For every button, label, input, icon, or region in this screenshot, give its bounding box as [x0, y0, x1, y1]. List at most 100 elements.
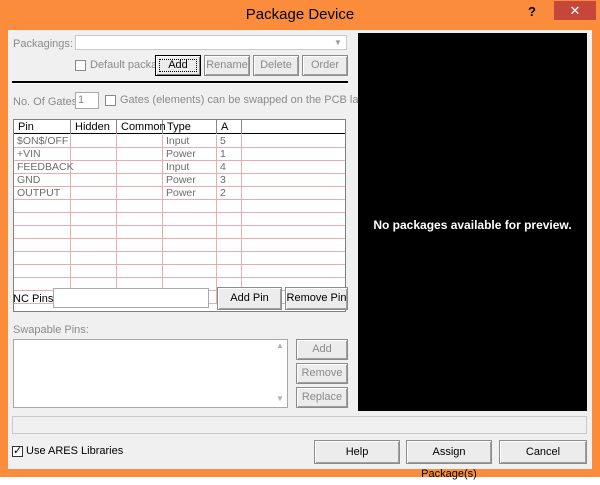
pin-table-header: Pin Hidden Common Type A [14, 120, 345, 134]
nc-pins-field[interactable] [53, 288, 209, 308]
scroll-down-icon[interactable]: ▼ [273, 394, 287, 406]
delete-packaging-label: Delete [260, 59, 292, 71]
table-row[interactable]: $ON$/OFF Input 5 [14, 135, 345, 148]
add-packaging-button[interactable]: Add [155, 55, 201, 76]
table-cell-hidden [71, 174, 117, 187]
add-pin-button[interactable]: Add Pin [217, 287, 282, 310]
help-button[interactable]: Help [314, 440, 400, 464]
table-row[interactable] [14, 265, 345, 278]
gates-swappable-checkbox[interactable] [105, 95, 116, 106]
table-cell-pin: $ON$/OFF [14, 135, 71, 148]
table-cell-a [217, 226, 242, 239]
table-cell-a [217, 213, 242, 226]
table-cell-type [163, 265, 217, 278]
use-ares-checkbox[interactable] [12, 444, 23, 457]
column-header-type[interactable]: Type [163, 120, 217, 134]
scroll-up-icon[interactable]: ▲ [273, 341, 287, 353]
table-cell-type: Power [163, 148, 217, 161]
table-cell-type [163, 200, 217, 213]
table-cell-hidden [71, 135, 117, 148]
table-cell-common [117, 187, 163, 200]
package-preview: No packages available for preview. [358, 33, 587, 411]
table-cell-pin [14, 239, 71, 252]
table-cell-hidden [71, 252, 117, 265]
table-cell-type [163, 213, 217, 226]
assign-packages-label: Assign Package(s) [421, 446, 477, 480]
table-cell-hidden [71, 239, 117, 252]
swap-replace-button[interactable]: Replace [296, 387, 348, 408]
table-cell-pin [14, 226, 71, 239]
packagings-combo[interactable]: ▼ [75, 35, 347, 50]
table-cell-a: 2 [217, 187, 242, 200]
gates-label: No. Of Gates: [13, 96, 81, 108]
table-row[interactable]: +VIN Power 1 [14, 148, 345, 161]
swapable-pins-list[interactable]: ▲ ▼ [13, 339, 288, 408]
assign-packages-button[interactable]: Assign Package(s) [406, 440, 492, 480]
table-cell-a [217, 239, 242, 252]
title-bar[interactable]: Package Device ? ✕ [0, 0, 600, 30]
swapable-scrollbar[interactable]: ▲ ▼ [273, 340, 287, 407]
remove-pin-label: Remove Pin [286, 292, 347, 304]
add-packaging-label: Add [168, 59, 188, 71]
table-cell-hidden [71, 265, 117, 278]
column-header-pin[interactable]: Pin [14, 120, 71, 134]
delete-packaging-button[interactable]: Delete [253, 55, 299, 76]
swap-remove-button[interactable]: Remove [296, 363, 348, 384]
table-cell-hidden [71, 226, 117, 239]
column-header-common[interactable]: Common [117, 120, 166, 134]
column-header-hidden[interactable]: Hidden [71, 120, 117, 134]
status-bar [12, 416, 587, 434]
swap-add-button[interactable]: Add [296, 339, 348, 360]
table-row[interactable] [14, 213, 345, 226]
table-cell-pin: GND [14, 174, 71, 187]
table-row[interactable] [14, 252, 345, 265]
table-row[interactable]: FEEDBACK Input 4 [14, 161, 345, 174]
table-cell-pin: FEEDBACK [14, 161, 74, 174]
help-question-icon[interactable]: ? [528, 4, 536, 19]
table-cell-hidden [71, 148, 117, 161]
gates-swappable-label: Gates (elements) can be swapped on the P… [120, 94, 386, 106]
remove-pin-button[interactable]: Remove Pin [285, 287, 348, 310]
cancel-label: Cancel [525, 446, 561, 458]
table-cell-common [117, 200, 163, 213]
gates-count-field[interactable]: 1 [75, 92, 99, 109]
swap-remove-label: Remove [301, 367, 343, 379]
table-cell-pin: +VIN [14, 148, 71, 161]
rename-packaging-label: Rename [206, 59, 248, 71]
cancel-button[interactable]: Cancel [499, 440, 587, 464]
help-label: Help [345, 446, 369, 458]
table-cell-a: 3 [217, 174, 242, 187]
order-packaging-button[interactable]: Order [302, 55, 348, 76]
table-cell-type: Input [163, 135, 217, 148]
table-cell-common [117, 226, 163, 239]
table-cell-common [117, 265, 163, 278]
rename-packaging-button[interactable]: Rename [204, 55, 250, 76]
table-cell-type [163, 239, 217, 252]
table-row[interactable] [14, 226, 345, 239]
pin-table[interactable]: Pin Hidden Common Type A $ON$/OFF Input 5 +… [13, 119, 346, 312]
swap-add-label: Add [312, 343, 332, 355]
table-cell-common [117, 135, 163, 148]
table-cell-hidden [71, 200, 117, 213]
table-cell-pin [14, 265, 71, 278]
default-package-checkbox[interactable] [75, 60, 86, 71]
close-button[interactable]: ✕ [554, 1, 596, 20]
swap-replace-label: Replace [301, 391, 343, 403]
table-cell-hidden [71, 213, 117, 226]
table-row[interactable]: GND Power 3 [14, 174, 345, 187]
table-cell-hidden [71, 187, 117, 200]
table-cell-a: 5 [217, 135, 242, 148]
table-row[interactable] [14, 239, 345, 252]
table-cell-type [163, 252, 217, 265]
table-cell-common [117, 174, 163, 187]
table-row[interactable]: OUTPUT Power 2 [14, 187, 345, 200]
table-cell-common [117, 252, 163, 265]
table-row[interactable] [14, 200, 345, 213]
package-device-window: Package Device ? ✕ Packagings: ▼ Default… [0, 0, 600, 480]
table-cell-common [117, 161, 163, 174]
column-header-a[interactable]: A [217, 120, 242, 134]
preview-message: No packages available for preview. [373, 218, 572, 232]
chevron-down-icon[interactable]: ▼ [331, 37, 345, 49]
table-cell-common [117, 213, 163, 226]
packagings-label: Packagings: [13, 38, 73, 50]
